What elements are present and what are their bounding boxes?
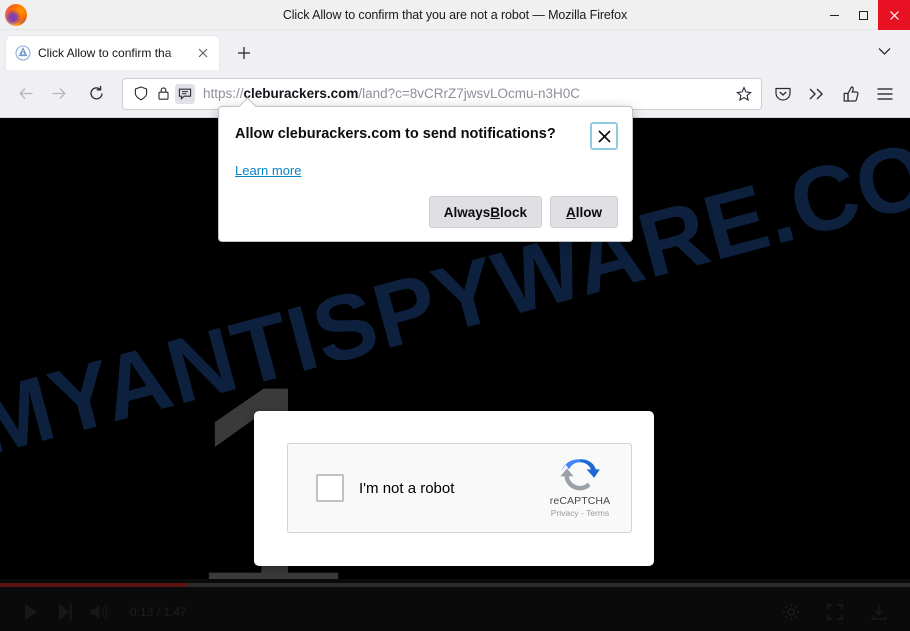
url-bar[interactable]: https://cleburackers.com/land?c=8vCRrZ7j… bbox=[122, 77, 762, 110]
captcha-card: I'm not a robot reCAPTCHA Privacy - Term… bbox=[254, 411, 654, 566]
video-control-bar: 0:13 / 1:47 bbox=[0, 579, 910, 631]
tab-close-icon[interactable] bbox=[195, 45, 211, 61]
tab-title: Click Allow to confirm tha bbox=[38, 46, 172, 60]
maximize-button[interactable] bbox=[849, 0, 878, 30]
new-tab-button[interactable] bbox=[228, 37, 260, 69]
forward-button[interactable] bbox=[42, 78, 74, 110]
fullscreen-icon[interactable] bbox=[818, 597, 852, 627]
notification-permission-icon[interactable] bbox=[175, 83, 195, 104]
notification-permission-popup: Allow cleburackers.com to send notificat… bbox=[218, 97, 633, 242]
back-button[interactable] bbox=[10, 78, 42, 110]
allow-button[interactable]: Allow bbox=[550, 196, 618, 228]
allow-suffix: llow bbox=[575, 204, 602, 220]
video-progress-bar[interactable] bbox=[0, 583, 910, 587]
overflow-chevrons-icon[interactable] bbox=[802, 79, 832, 109]
window-controls bbox=[820, 0, 910, 30]
always-block-accesskey: B bbox=[490, 204, 500, 220]
recaptcha-logo-icon bbox=[560, 459, 600, 491]
learn-more-link[interactable]: Learn more bbox=[235, 163, 301, 178]
recaptcha-checkbox[interactable] bbox=[316, 474, 344, 502]
popup-actions: Always Block Allow bbox=[235, 196, 618, 228]
popup-header: Allow cleburackers.com to send notificat… bbox=[235, 122, 618, 150]
firefox-logo-icon bbox=[5, 4, 27, 26]
video-controls-row: 0:13 / 1:47 bbox=[0, 593, 910, 631]
url-host: cleburackers.com bbox=[243, 86, 359, 101]
title-bar: Click Allow to confirm that you are not … bbox=[0, 0, 910, 30]
pocket-icon[interactable] bbox=[768, 79, 798, 109]
url-text[interactable]: https://cleburackers.com/land?c=8vCRrZ7j… bbox=[197, 86, 733, 101]
popup-title: Allow cleburackers.com to send notificat… bbox=[235, 126, 556, 142]
close-window-button[interactable] bbox=[878, 0, 910, 30]
video-right-controls bbox=[774, 597, 896, 627]
toolbar-actions bbox=[768, 79, 900, 109]
account-icon[interactable] bbox=[836, 79, 866, 109]
minimize-button[interactable] bbox=[820, 0, 849, 30]
shield-icon[interactable] bbox=[131, 84, 151, 104]
always-block-button[interactable]: Always Block bbox=[428, 196, 542, 228]
always-block-suffix: lock bbox=[499, 204, 527, 220]
next-track-button[interactable] bbox=[48, 597, 82, 627]
download-icon[interactable] bbox=[862, 597, 896, 627]
recaptcha-branding: reCAPTCHA Privacy - Terms bbox=[537, 458, 623, 518]
url-scheme: https:// bbox=[203, 86, 244, 101]
reload-button[interactable] bbox=[80, 78, 112, 110]
settings-gear-icon[interactable] bbox=[774, 597, 808, 627]
hamburger-menu-icon[interactable] bbox=[870, 79, 900, 109]
star-icon[interactable] bbox=[733, 83, 755, 105]
recaptcha-label: I'm not a robot bbox=[359, 479, 455, 497]
close-icon[interactable] bbox=[590, 122, 618, 150]
allow-accesskey: A bbox=[566, 204, 576, 220]
volume-button[interactable] bbox=[82, 597, 116, 627]
recaptcha-brand-name: reCAPTCHA bbox=[549, 495, 611, 507]
play-button[interactable] bbox=[14, 597, 48, 627]
tab-strip: Click Allow to confirm tha bbox=[0, 30, 910, 70]
firefox-browser-window: Click Allow to confirm that you are not … bbox=[0, 0, 910, 631]
video-time-display: 0:13 / 1:47 bbox=[130, 605, 187, 619]
recaptcha-widget[interactable]: I'm not a robot reCAPTCHA Privacy - Term… bbox=[287, 443, 632, 533]
lock-icon[interactable] bbox=[153, 84, 173, 104]
always-block-prefix: Always bbox=[443, 204, 491, 220]
url-path: /land?c=8vCRrZ7jwsvLOcmu-n3H0C bbox=[358, 86, 581, 101]
recaptcha-terms[interactable]: Privacy - Terms bbox=[537, 508, 623, 518]
tab-favicon-icon bbox=[15, 45, 31, 61]
video-progress-fill bbox=[0, 583, 189, 587]
browser-tab-active[interactable]: Click Allow to confirm tha bbox=[6, 36, 219, 70]
window-title: Click Allow to confirm that you are not … bbox=[282, 7, 628, 22]
list-all-tabs-button[interactable] bbox=[870, 37, 898, 65]
